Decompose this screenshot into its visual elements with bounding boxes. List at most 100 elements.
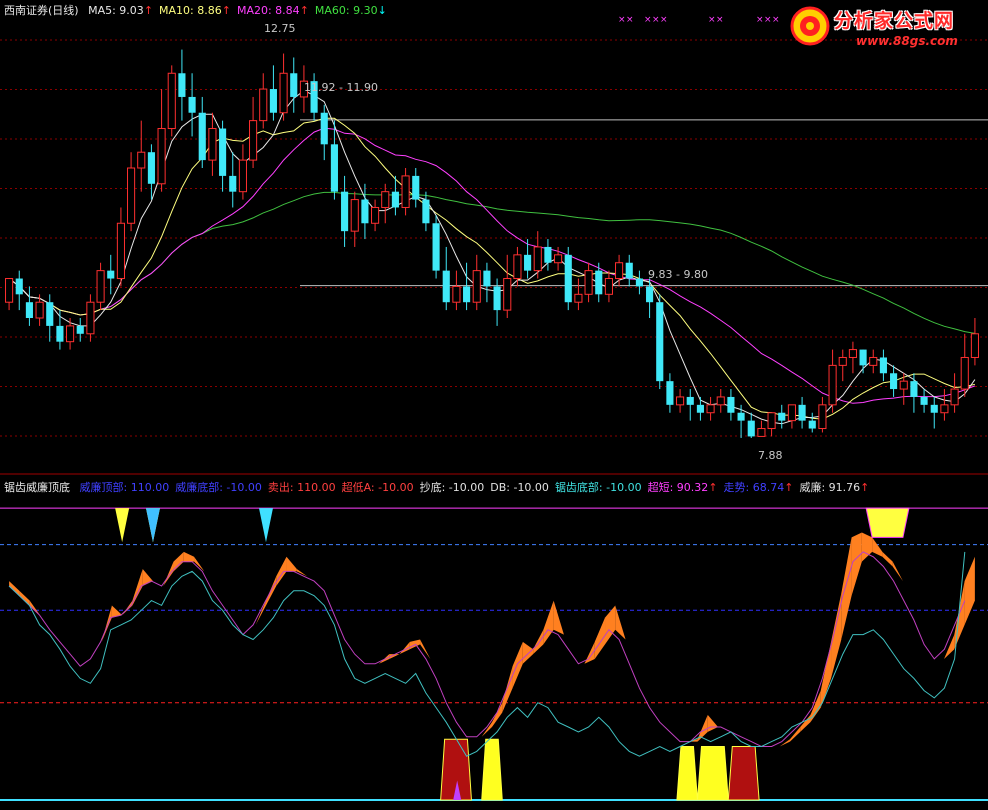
ind-item-label: 超低A: -10.00 [341, 481, 414, 494]
candle-body [706, 404, 715, 414]
candle-body [554, 254, 563, 264]
signal-marker: × [756, 15, 764, 25]
ma-item-0: MA5: 9.03↑ [88, 4, 153, 17]
ma-item-label: MA60: 9.30 [314, 4, 378, 17]
ind-item-arrow: ↑ [784, 481, 794, 494]
trend-line [8, 551, 966, 757]
candle-body [452, 285, 461, 303]
wr-fill-segment [954, 581, 965, 650]
wr-fill-segment [831, 593, 842, 679]
price-label-box1: 11.92 - 11.90 [304, 81, 378, 94]
candle-body [147, 152, 155, 184]
candle-body [544, 246, 552, 263]
candle-body [533, 246, 542, 272]
wr-fill-segment [779, 739, 790, 747]
price-header: 西南证券(日线) MA5: 9.03↑ MA10: 8.86↑ MA20: 8.84… [4, 2, 399, 18]
candle-body [604, 278, 613, 295]
candle-body [330, 144, 338, 192]
candle-body [401, 175, 410, 208]
ma-item-label: MA20: 8.84 [236, 4, 300, 17]
candle-body [96, 270, 105, 303]
candle-body [107, 270, 115, 279]
candle-body [412, 175, 420, 200]
candle-body [646, 286, 654, 303]
ma-item-label: MA5: 9.03 [88, 4, 144, 17]
signal-marker: × [660, 15, 668, 25]
candle-body [524, 254, 532, 271]
ma-item-3: MA60: 9.30↓ [315, 4, 387, 17]
candle-body [472, 270, 481, 303]
wr-fill-segment [851, 532, 862, 596]
ma-item-arrow: ↑ [299, 4, 309, 17]
ind-item-label: 威廉: 91.76 [799, 481, 861, 494]
ma-item-arrow: ↓ [377, 4, 387, 17]
ma-item-label: MA10: 8.86 [159, 4, 222, 17]
candle-body [56, 325, 64, 342]
ind-item-label: 抄底: -10.00 [419, 481, 485, 494]
candle-body [930, 404, 938, 413]
wr-fill-segment [892, 561, 903, 582]
candle-body [493, 286, 501, 311]
candle-body [5, 278, 14, 303]
ma-item-2: MA20: 8.84↑ [237, 4, 309, 17]
wr-fill-segment [183, 551, 195, 562]
candle-body [46, 302, 54, 326]
signal-marker: × [618, 15, 626, 25]
ind-item-6: 锯齿底部: -10.00 [555, 481, 642, 494]
candle-body [798, 404, 806, 421]
candle-body [818, 404, 827, 430]
candle-body [838, 356, 847, 366]
candle-body [188, 96, 196, 113]
wr-fill-segment [163, 561, 174, 586]
wr-fill-segment [522, 641, 534, 664]
candle-body [676, 396, 685, 406]
candle-body [167, 72, 176, 130]
signal-marker: × [716, 15, 724, 25]
candle-body [910, 381, 918, 397]
wr-fill-segment [9, 581, 20, 596]
ma60-line [8, 191, 975, 334]
top-signal-triangle [258, 508, 273, 543]
ind-item-8: 走势: 68.74↑ [724, 481, 794, 494]
candle-body [422, 199, 430, 224]
signal-marker: × [652, 15, 660, 25]
wr-fill-segment [964, 556, 975, 625]
ind-item-arrow: ↑ [860, 481, 870, 494]
candle-body [66, 325, 75, 343]
stock-chart: × × × × × × × × × × [0, 15, 988, 801]
wr-fill-segment [286, 556, 297, 572]
candle-body [808, 420, 816, 429]
price-label-high: 12.75 [264, 22, 296, 35]
candle-body [320, 112, 328, 145]
candle-body [198, 112, 206, 161]
candle-body [219, 128, 227, 176]
wr-fill-segment [605, 605, 616, 645]
wr-fill-segment [481, 722, 492, 737]
candle-body [381, 191, 390, 208]
candle-body [391, 191, 399, 208]
candle-body [279, 72, 288, 114]
candle-body [361, 199, 369, 224]
candle-body [238, 159, 247, 193]
wr-fill-segment [502, 666, 513, 713]
candle-body [259, 88, 268, 122]
candle-body [371, 206, 380, 224]
wr-fill-segment [194, 556, 205, 572]
bottom-signal-block [696, 745, 729, 801]
candle-body [656, 302, 664, 382]
candle-body [696, 404, 704, 413]
ind-item-1: 威廉底部: -10.00 [175, 481, 262, 494]
wr-fill-segment [142, 568, 153, 586]
candle-body [716, 396, 725, 406]
wr-fill-segment [872, 537, 883, 557]
top-signal-trapezoid [865, 507, 910, 538]
candle-body [970, 333, 979, 358]
candle-body [229, 175, 237, 192]
candle-body [503, 278, 512, 311]
wr-fill-segment [255, 600, 266, 625]
signal-marker: × [772, 15, 780, 25]
candle-body [778, 412, 786, 421]
candle-body [86, 301, 95, 335]
candle-body [127, 167, 136, 224]
candle-body [249, 120, 258, 161]
